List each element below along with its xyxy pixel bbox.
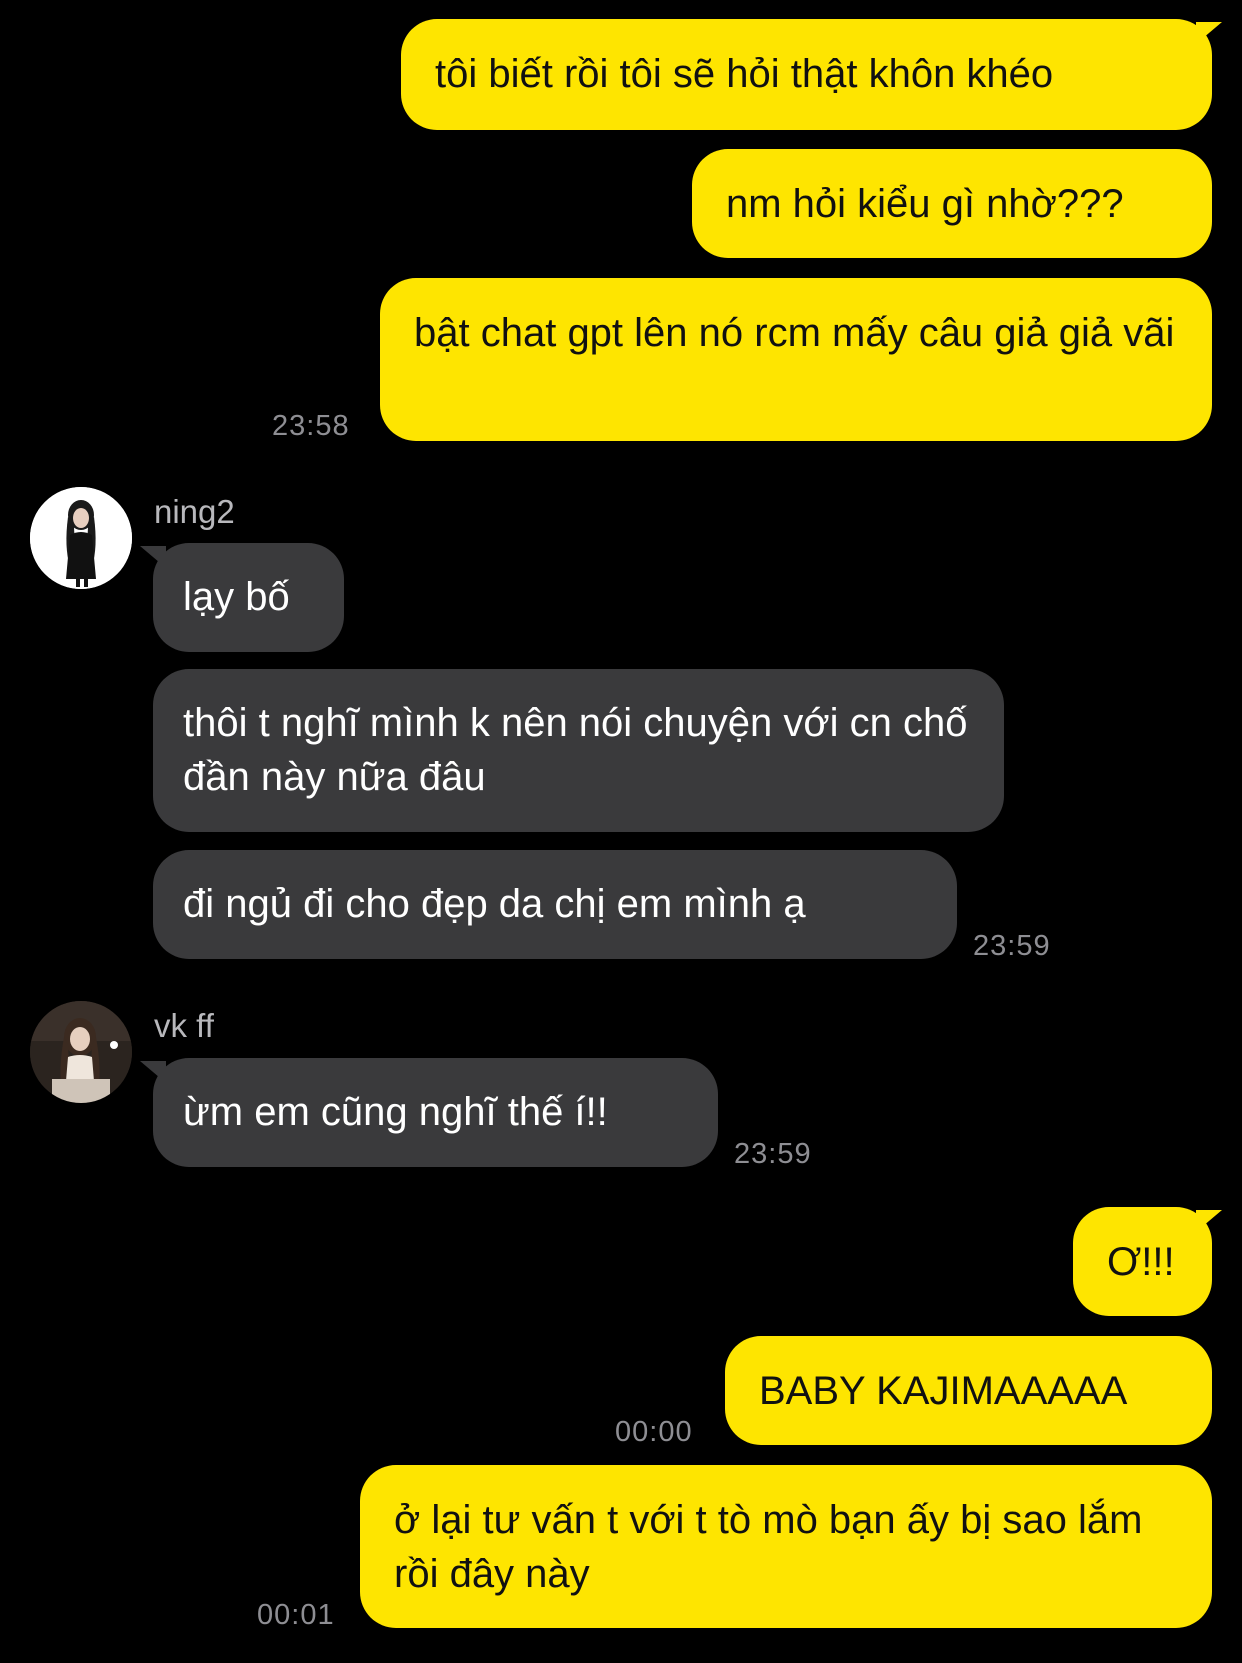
sender-name: vk ff (154, 1007, 214, 1044)
profile-photo-icon (30, 487, 132, 589)
message-timestamp: 23:59 (734, 1138, 812, 1170)
message-timestamp: 23:59 (973, 930, 1051, 962)
outgoing-message-bubble[interactable]: nm hỏi kiểu gì nhờ??? (692, 149, 1212, 258)
message-timestamp: 23:58 (272, 410, 350, 442)
profile-photo-icon (30, 1001, 132, 1103)
avatar[interactable] (30, 487, 132, 589)
incoming-message-bubble[interactable]: ừm em cũng nghĩ thế í!! (153, 1058, 718, 1167)
incoming-message-bubble[interactable]: lạy bố (153, 543, 344, 652)
outgoing-message-bubble[interactable]: bật chat gpt lên nó rcm mấy câu giả giả … (380, 278, 1212, 441)
bubble-tail (140, 546, 166, 568)
bubble-tail (140, 1061, 166, 1083)
avatar[interactable] (30, 1001, 132, 1103)
outgoing-message-bubble[interactable]: BABY KAJIMAAAAA (725, 1336, 1212, 1445)
message-timestamp: 00:01 (257, 1599, 335, 1631)
outgoing-message-bubble[interactable]: Ơ!!! (1073, 1207, 1212, 1316)
outgoing-message-bubble[interactable]: tôi biết rồi tôi sẽ hỏi thật khôn khéo (401, 19, 1212, 130)
incoming-message-bubble[interactable]: thôi t nghĩ mình k nên nói chuyện với cn… (153, 669, 1004, 832)
outgoing-message-bubble[interactable]: ở lại tư vấn t với t tò mò bạn ấy bị sao… (360, 1465, 1212, 1628)
bubble-tail (1196, 22, 1222, 44)
bubble-tail (1196, 1210, 1222, 1232)
incoming-message-bubble[interactable]: đi ngủ đi cho đẹp da chị em mình ạ (153, 850, 957, 959)
message-timestamp: 00:00 (615, 1416, 693, 1448)
sender-name: ning2 (154, 493, 235, 530)
